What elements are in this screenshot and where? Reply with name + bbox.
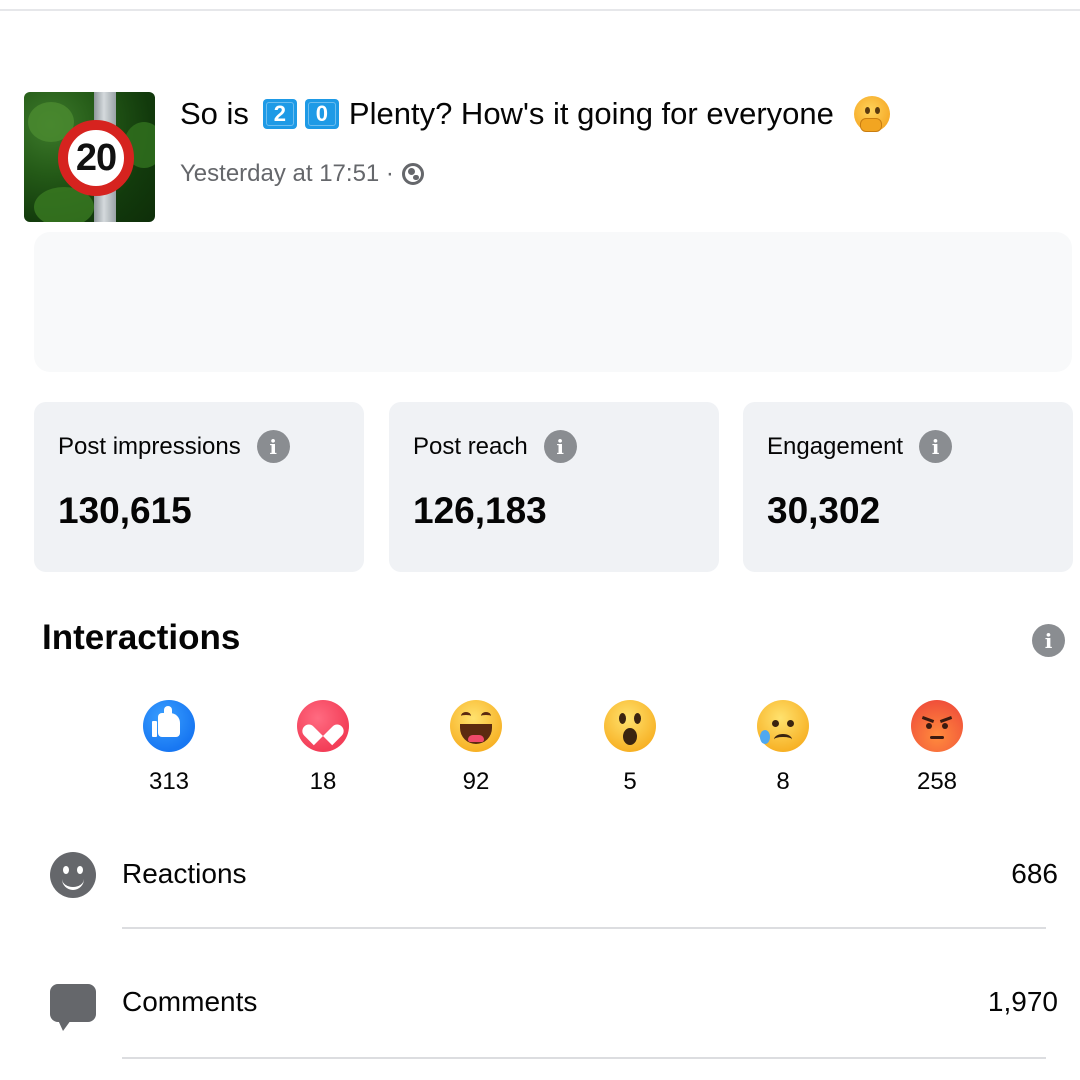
reaction-count: 8 bbox=[776, 768, 790, 795]
info-icon[interactable]: i bbox=[1032, 624, 1065, 657]
info-icon[interactable]: i bbox=[256, 430, 290, 463]
stat-card-engagement: Engagement i 30,302 bbox=[743, 402, 1073, 572]
smiley-icon bbox=[50, 852, 96, 898]
post-preview-panel bbox=[34, 232, 1072, 372]
reaction-angry[interactable]: 258 bbox=[887, 700, 987, 796]
post-insights-page: 20 So is 2 0 Plenty? How's it going for … bbox=[0, 0, 1080, 1080]
wow-icon bbox=[604, 700, 656, 752]
reaction-count: 18 bbox=[309, 768, 337, 795]
stat-value: 130,615 bbox=[58, 490, 192, 531]
post-timestamp[interactable]: Yesterday at 17:51 · bbox=[180, 160, 394, 188]
stat-label: Engagement i bbox=[767, 430, 953, 463]
post-meta: Yesterday at 17:51 · bbox=[180, 160, 424, 188]
love-icon bbox=[297, 700, 349, 752]
sign-text: 20 bbox=[75, 136, 117, 179]
row-label: Comments bbox=[122, 986, 258, 1017]
row-divider bbox=[122, 927, 1046, 929]
reaction-count: 92 bbox=[462, 768, 490, 795]
post-title-before: So is bbox=[180, 96, 249, 131]
stat-card-impressions: Post impressions i 130,615 bbox=[34, 402, 364, 572]
stat-value: 30,302 bbox=[767, 490, 881, 531]
stat-value: 126,183 bbox=[413, 490, 547, 531]
stat-card-reach: Post reach i 126,183 bbox=[389, 402, 719, 572]
row-value: 1,970 bbox=[987, 986, 1058, 1017]
reaction-love[interactable]: 18 bbox=[273, 700, 373, 796]
reaction-count: 258 bbox=[916, 768, 958, 795]
keycap-emoji-2: 2 bbox=[262, 99, 297, 129]
post-thumbnail[interactable]: 20 bbox=[24, 92, 155, 222]
post-title[interactable]: So is 2 0 Plenty? How's it going for eve… bbox=[180, 94, 890, 134]
info-icon[interactable]: i bbox=[543, 430, 577, 463]
keycap-2-text: 2 bbox=[273, 101, 287, 126]
stat-label-text: Post reach bbox=[413, 432, 528, 460]
stat-label-text: Post impressions bbox=[58, 432, 241, 460]
reaction-sad[interactable]: 8 bbox=[733, 700, 833, 796]
keycap-0-text: 0 bbox=[315, 101, 329, 126]
sad-icon bbox=[757, 700, 809, 752]
stat-label: Post reach i bbox=[413, 430, 577, 463]
row-value: 686 bbox=[1011, 858, 1058, 889]
row-label: Reactions bbox=[122, 858, 247, 889]
reaction-count: 313 bbox=[148, 768, 190, 795]
reactions-row[interactable]: Reactions 686 bbox=[48, 848, 1058, 908]
reaction-wow[interactable]: 5 bbox=[580, 700, 680, 796]
top-divider bbox=[0, 9, 1080, 11]
comments-row[interactable]: Comments 1,970 bbox=[48, 976, 1058, 1036]
speed-limit-sign: 20 bbox=[58, 120, 134, 196]
reaction-like[interactable]: 313 bbox=[119, 700, 219, 796]
keycap-emoji-0: 0 bbox=[304, 99, 339, 129]
stat-label-text: Engagement bbox=[767, 432, 904, 460]
haha-icon bbox=[450, 700, 502, 752]
interactions-heading: Interactions bbox=[42, 618, 241, 657]
post-title-after: Plenty? How's it going for everyone bbox=[348, 96, 834, 131]
comment-icon bbox=[50, 980, 96, 1031]
globe-icon bbox=[401, 163, 424, 185]
reaction-count: 5 bbox=[623, 768, 637, 795]
like-icon bbox=[143, 700, 195, 752]
stat-label: Post impressions i bbox=[58, 430, 290, 463]
reaction-haha[interactable]: 92 bbox=[426, 700, 526, 796]
row-divider bbox=[122, 1057, 1046, 1059]
thinking-face-emoji bbox=[853, 96, 890, 132]
info-icon[interactable]: i bbox=[919, 430, 953, 463]
angry-icon bbox=[911, 700, 963, 752]
